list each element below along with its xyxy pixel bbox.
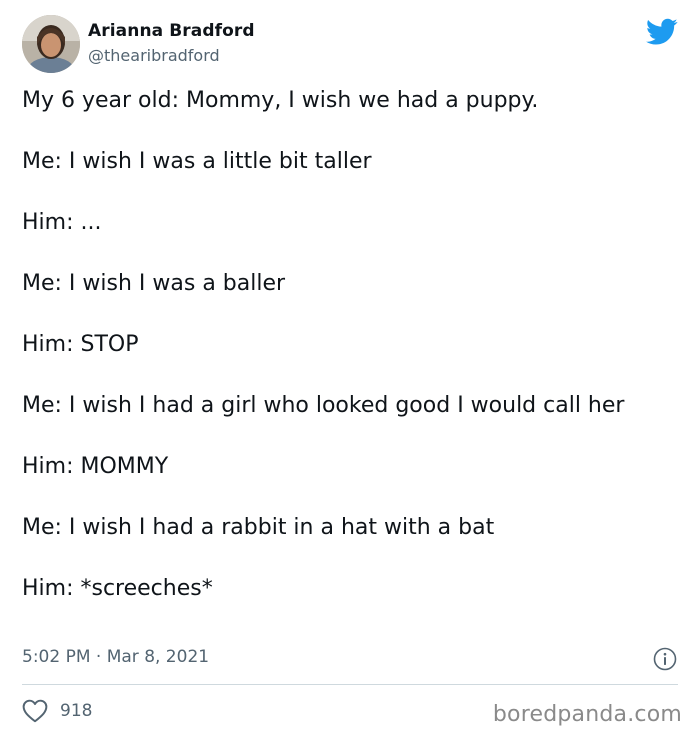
author-name[interactable]: Arianna Bradford: [88, 21, 255, 41]
info-icon[interactable]: [653, 647, 677, 671]
tweet-text: My 6 year old: Mommy, I wish we had a pu…: [22, 86, 672, 604]
twitter-bird-icon[interactable]: [646, 18, 678, 46]
tweet-line: Him: MOMMY: [22, 454, 169, 479]
tweet-line: Me: I wish I had a rabbit in a hat with …: [22, 515, 495, 540]
author-handle[interactable]: @thearibradford: [88, 46, 220, 65]
like-count: 918: [60, 701, 93, 721]
avatar[interactable]: [22, 15, 80, 73]
watermark: boredpanda.com: [492, 702, 682, 727]
like-button[interactable]: 918: [22, 698, 92, 724]
tweet-line: Me: I wish I was a little bit taller: [22, 149, 372, 174]
tweet-line: Me: I wish I was a baller: [22, 271, 286, 296]
avatar-photo: [22, 15, 80, 73]
divider: [22, 684, 678, 685]
tweet-line: Him: STOP: [22, 332, 139, 357]
heart-icon[interactable]: [22, 699, 48, 723]
tweet-timestamp[interactable]: 5:02 PM · Mar 8, 2021: [22, 647, 209, 667]
tweet-line: Him: *screeches*: [22, 576, 213, 601]
tweet-card: Arianna Bradford @thearibradford My 6 ye…: [0, 0, 700, 738]
tweet-line: My 6 year old: Mommy, I wish we had a pu…: [22, 88, 539, 113]
tweet-line: Him: ...: [22, 210, 102, 235]
tweet-line: Me: I wish I had a girl who looked good …: [22, 393, 625, 418]
